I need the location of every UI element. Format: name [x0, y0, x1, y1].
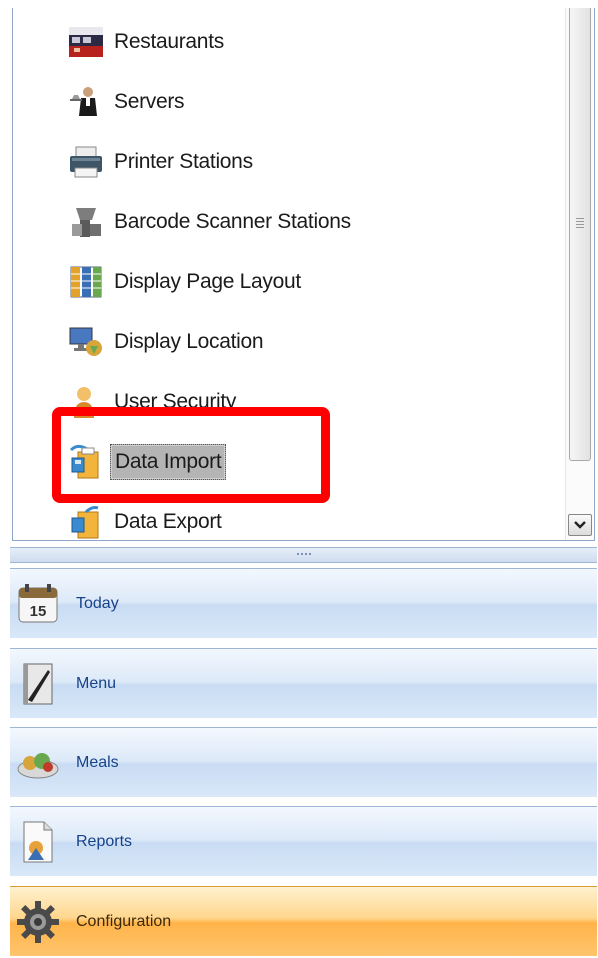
list-item-display-location[interactable]: Display Location [68, 322, 267, 362]
list-item-label: Display Location [114, 330, 264, 353]
list-item-label: Barcode Scanner Stations [114, 210, 351, 233]
display-location-icon [68, 324, 104, 360]
scrollbar-thumb[interactable] [569, 8, 591, 461]
user-security-icon [68, 384, 104, 420]
nav-button-today[interactable]: 15 Today [10, 568, 597, 638]
list-item-servers[interactable]: Servers [68, 82, 188, 122]
scrollbar-grip-icon [576, 218, 584, 228]
nav-label-meals: Meals [76, 753, 119, 771]
list-item-label: Restaurants [114, 30, 224, 53]
list-item-data-export[interactable]: Data Export [68, 502, 226, 540]
data-import-icon [68, 444, 104, 480]
nav-label-menu: Menu [76, 674, 117, 692]
calendar-icon: 15 [16, 582, 60, 626]
nav-button-menu[interactable]: Menu [10, 648, 597, 718]
nav-label-configuration: Configuration [76, 912, 172, 930]
gear-icon [16, 900, 60, 944]
list-item-barcode-scanner-stations[interactable]: Barcode Scanner Stations [68, 202, 355, 242]
list-item-data-import[interactable]: Data Import [68, 442, 227, 482]
nav-button-configuration[interactable]: Configuration [10, 886, 597, 956]
printer-icon [68, 144, 104, 180]
nav-button-meals[interactable]: Meals [10, 727, 597, 797]
barcode-scanner-icon [68, 204, 104, 240]
list-item-user-security[interactable]: User Security [68, 382, 240, 422]
menu-book-icon [16, 662, 60, 706]
grid-layout-icon [68, 264, 104, 300]
list-item-label: User Security [114, 390, 237, 413]
list-item-label: Display Page Layout [114, 270, 301, 293]
waiter-icon [68, 84, 104, 120]
chevron-down-icon [574, 521, 586, 529]
configuration-list: Restaurants Servers Printer Stations Bar… [13, 8, 565, 540]
restaurant-icon [68, 24, 104, 60]
nav-label-today: Today [76, 594, 119, 612]
list-item-label: Data Import [110, 444, 227, 480]
list-item-display-page-layout[interactable]: Display Page Layout [68, 262, 305, 302]
nav-button-reports[interactable]: Reports [10, 806, 597, 876]
vertical-scrollbar[interactable] [565, 8, 594, 540]
list-item-restaurants[interactable]: Restaurants [68, 22, 228, 62]
meals-icon [16, 741, 60, 785]
list-item-label: Servers [114, 90, 185, 113]
list-item-label: Data Export [114, 510, 222, 533]
configuration-list-panel: Restaurants Servers Printer Stations Bar… [12, 8, 595, 541]
data-export-icon [68, 504, 104, 540]
calendar-day-text: 15 [30, 603, 47, 620]
scroll-down-button[interactable] [568, 514, 592, 536]
pane-splitter[interactable] [10, 547, 597, 563]
reports-icon [16, 820, 60, 864]
list-item-label: Printer Stations [114, 150, 253, 173]
splitter-grip-icon [297, 553, 311, 555]
list-item-printer-stations[interactable]: Printer Stations [68, 142, 257, 182]
nav-label-reports: Reports [76, 832, 133, 850]
